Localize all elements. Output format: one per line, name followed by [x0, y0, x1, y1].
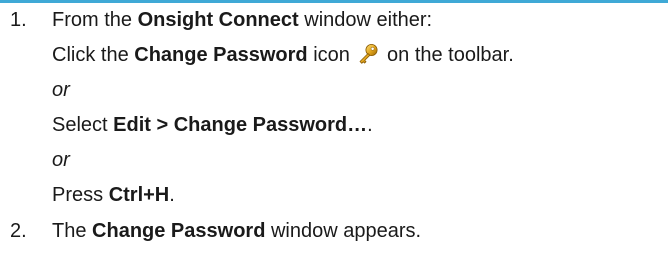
option-select-bold: Edit > Change Password…	[113, 114, 368, 136]
option-click-icon: Click the Change Password icon on the to…	[52, 43, 514, 67]
step-2-prefix: The	[52, 220, 93, 242]
or-separator-1: or	[52, 78, 70, 102]
option-select-menu: Select Edit > Change Password….	[52, 113, 373, 137]
option-click-middle: icon	[307, 44, 356, 66]
or-separator-2: or	[52, 148, 70, 172]
key-icon	[357, 43, 379, 65]
app-name: Onsight Connect	[137, 9, 299, 31]
option-click-bold: Change Password	[134, 44, 308, 66]
step-1-intro: From the Onsight Connect window either:	[52, 8, 432, 32]
or-text-1: or	[52, 79, 70, 101]
option-press-prefix: Press	[52, 184, 109, 206]
option-click-prefix: Click the	[52, 44, 135, 66]
or-text-2: or	[52, 149, 70, 171]
top-rule	[0, 0, 668, 3]
shortcut-key: Ctrl+H	[108, 184, 170, 206]
option-select-prefix: Select	[52, 114, 114, 136]
step-1-intro-prefix: From the	[52, 9, 138, 31]
option-press-shortcut: Press Ctrl+H.	[52, 183, 175, 207]
step-2-suffix: window appears.	[265, 220, 422, 242]
step-2-text: The Change Password window appears.	[52, 219, 421, 243]
window-name: Change Password	[92, 220, 266, 242]
option-click-suffix: on the toolbar.	[381, 44, 514, 66]
step-1-intro-suffix: window either:	[298, 9, 433, 31]
option-press-suffix: .	[169, 184, 175, 206]
option-select-suffix: .	[367, 114, 373, 136]
step-number-1: 1.	[10, 9, 27, 31]
step-number-2: 2.	[10, 220, 27, 242]
